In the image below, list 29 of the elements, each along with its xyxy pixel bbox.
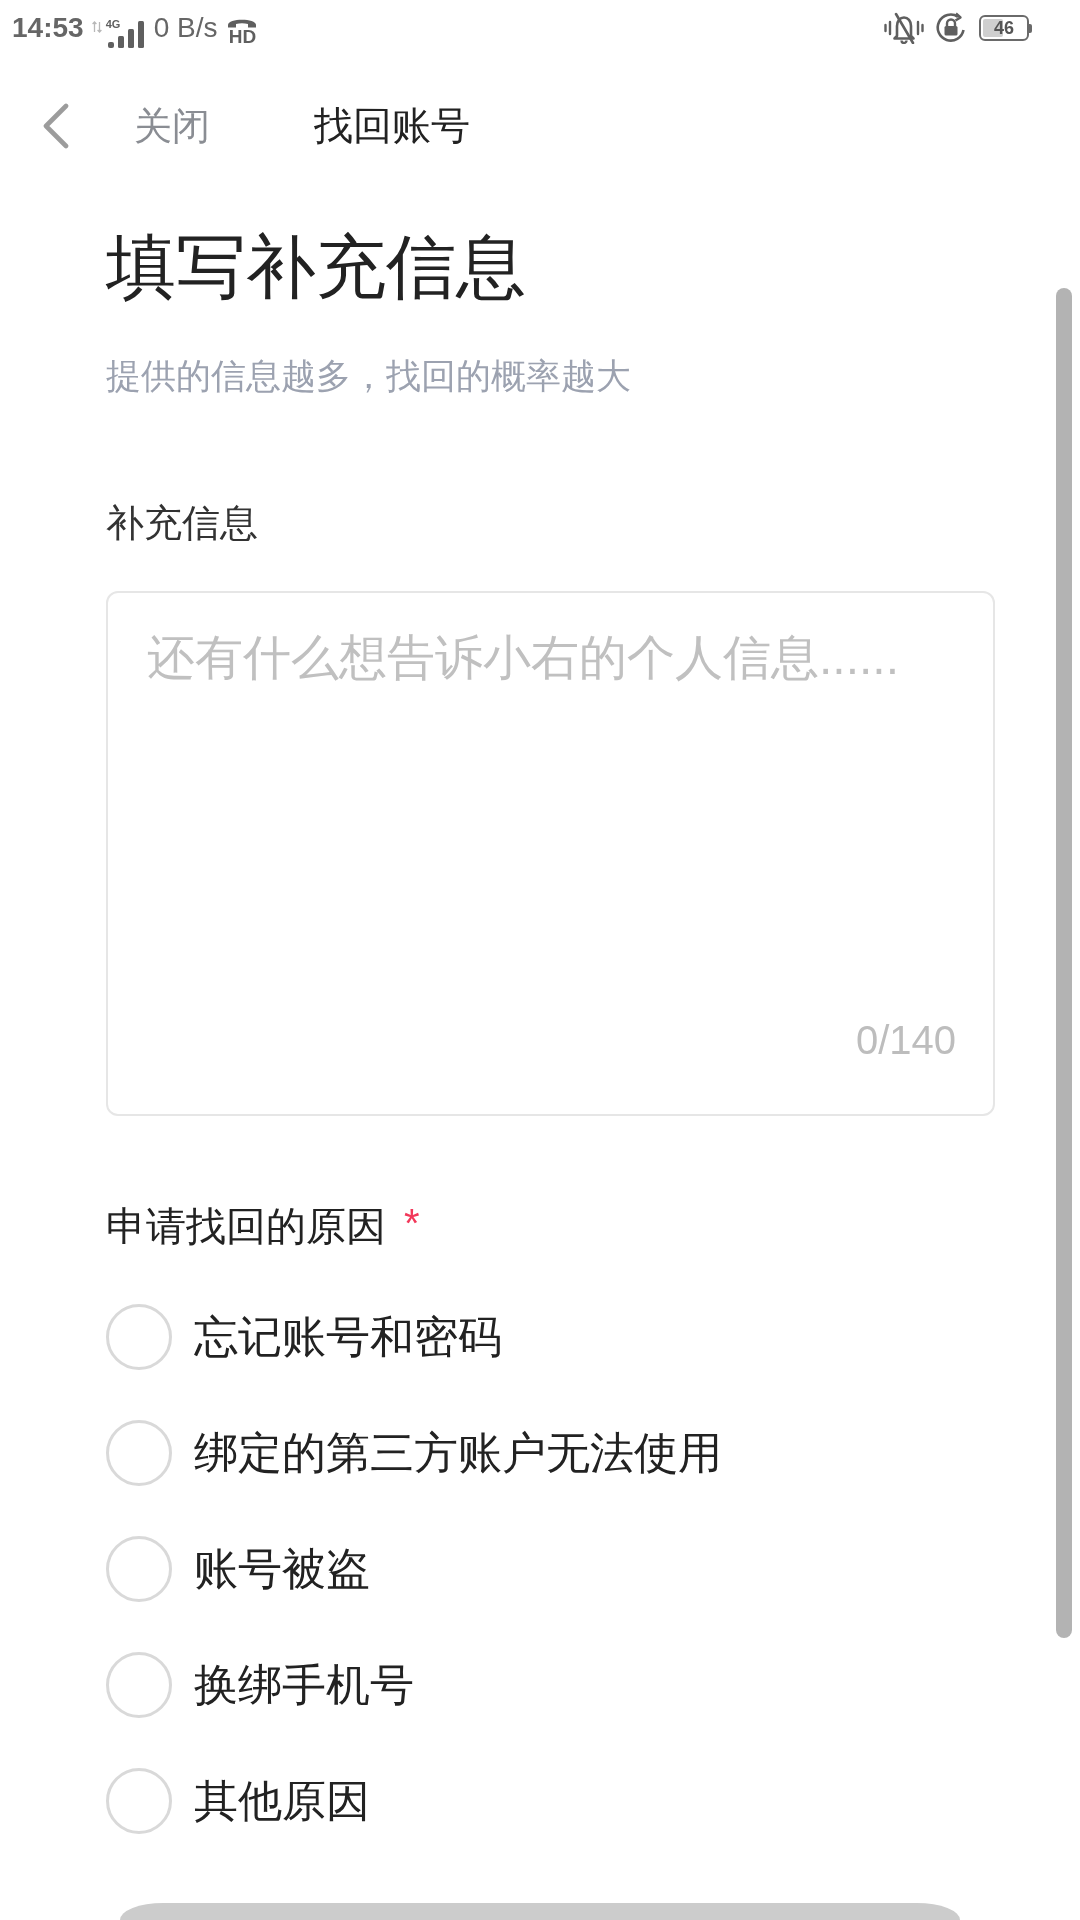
network-type: 4G [105,17,121,30]
radio-button[interactable] [106,1652,172,1718]
field-label: 补充信息 [106,501,259,546]
radio-button[interactable] [106,1420,172,1486]
back-button[interactable] [42,103,70,149]
rotation-lock-icon [935,12,967,44]
option-label: 绑定的第三方账户无法使用 [194,1427,722,1479]
radio-button[interactable] [106,1536,172,1602]
radio-button[interactable] [106,1304,172,1370]
radio-button[interactable] [106,1768,172,1834]
muted-bell-icon [883,12,925,44]
close-button[interactable]: 关闭 [134,103,210,149]
heading: 填写补充信息 [106,227,527,308]
option-label: 账号被盗 [194,1543,370,1595]
field-label: 申请找回的原因 [106,1203,386,1250]
page-title: 找回账号 [314,103,470,149]
signal-icon [107,20,144,48]
chevron-left-icon [42,103,70,149]
option-label: 忘记账号和密码 [194,1311,502,1363]
option-label: 其他原因 [194,1775,370,1827]
call-quality-label: HD [228,27,257,45]
required-mark: * [404,1201,420,1245]
data-activity-icon [91,20,102,33]
network-speed: 0 B/s [153,12,218,44]
character-counter: 0/140 [855,1017,956,1064]
battery-percent: 46 [994,18,1014,38]
option-label: 换绑手机号 [194,1659,414,1711]
clock-time: 14:53 [12,12,84,44]
subheading: 提供的信息越多，找回的概率越大 [106,355,632,397]
